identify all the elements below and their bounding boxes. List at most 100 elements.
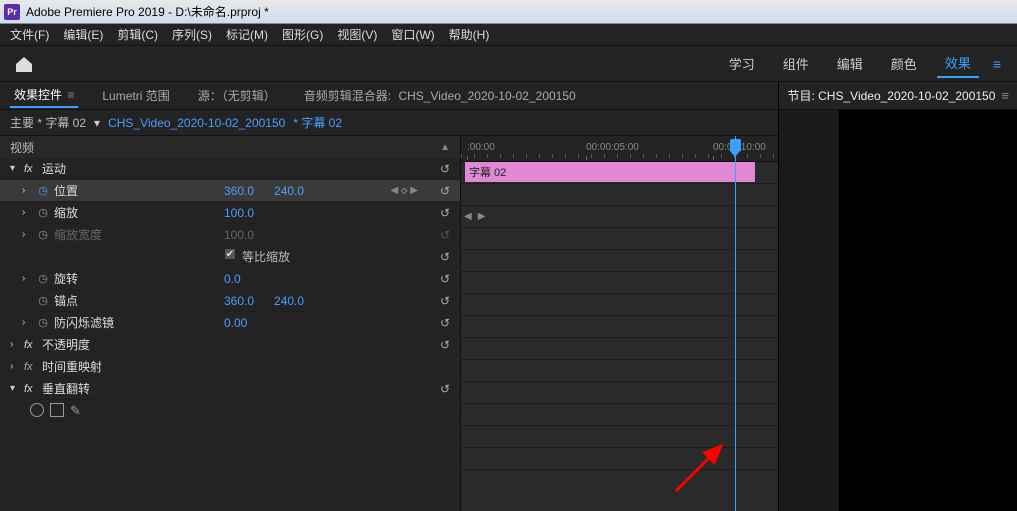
- breadcrumb-sequence[interactable]: CHS_Video_2020-10-02_200150: [108, 116, 285, 130]
- reset-icon[interactable]: ↺: [440, 250, 450, 264]
- fx-badge-icon[interactable]: fx: [24, 383, 38, 395]
- uniform-scale-label: 等比缩放: [242, 248, 290, 265]
- anchor-x-value[interactable]: 360.0: [224, 294, 254, 308]
- position-y-value[interactable]: 240.0: [274, 184, 304, 198]
- menu-window[interactable]: 窗口(W): [385, 24, 440, 45]
- effect-timeline[interactable]: :00:00 00:00:05:00 00:00:10:00 字幕 02 ◀ ▶: [460, 136, 778, 511]
- menu-view[interactable]: 视图(V): [331, 24, 383, 45]
- reset-icon[interactable]: ↺: [440, 206, 450, 220]
- effect-motion[interactable]: ▾ fx 运动 ↺: [0, 158, 460, 180]
- tab-effect-controls[interactable]: 效果控件 ≡: [10, 83, 78, 108]
- position-x-value[interactable]: 360.0: [224, 184, 254, 198]
- reset-icon[interactable]: ↺: [440, 272, 450, 286]
- scroll-left-icon[interactable]: ◀: [461, 211, 475, 222]
- workspace-tab-assembly[interactable]: 组件: [775, 50, 817, 77]
- breadcrumb-master[interactable]: 主要 * 字幕 02: [10, 114, 86, 131]
- disclosure-icon: ›: [22, 229, 32, 240]
- prop-scale[interactable]: › ◷ 缩放 100.0 ↺: [0, 202, 460, 224]
- pen-mask-icon[interactable]: ✎: [70, 403, 81, 419]
- disclosure-icon[interactable]: ›: [22, 317, 32, 328]
- disclosure-icon[interactable]: ›: [10, 361, 20, 372]
- fx-badge-icon[interactable]: fx: [24, 361, 38, 373]
- menu-clip[interactable]: 剪辑(C): [111, 24, 164, 45]
- menu-sequence[interactable]: 序列(S): [166, 24, 218, 45]
- tab-lumetri-scopes[interactable]: Lumetri 范围: [98, 84, 173, 107]
- panel-menu-icon[interactable]: ≡: [67, 88, 74, 102]
- disclosure-icon[interactable]: ▾: [10, 163, 20, 174]
- workspace-tab-color[interactable]: 颜色: [883, 50, 925, 77]
- workspace-tab-editing[interactable]: 编辑: [829, 50, 871, 77]
- tab-program-monitor[interactable]: 节目: CHS_Video_2020-10-02_200150: [787, 87, 995, 104]
- prop-rotation[interactable]: › ◷ 旋转 0.0 ↺: [0, 268, 460, 290]
- reset-icon[interactable]: ↺: [440, 294, 450, 308]
- program-video-frame: [839, 110, 1017, 511]
- next-keyframe-icon[interactable]: ▶: [410, 185, 418, 196]
- program-monitor-view[interactable]: [779, 110, 1017, 511]
- scroll-right-icon[interactable]: ▶: [475, 211, 489, 222]
- uniform-scale-checkbox[interactable]: ✔: [224, 248, 236, 260]
- disclosure-icon[interactable]: ›: [10, 339, 20, 350]
- effect-controls-panel: 效果控件 ≡ Lumetri 范围 源：（无剪辑） 音频剪辑混合器: CHS_V…: [0, 82, 779, 511]
- scale-width-value: 100.0: [224, 228, 254, 242]
- effect-time-remap[interactable]: › fx 时间重映射: [0, 356, 460, 378]
- effect-opacity-label: 不透明度: [42, 336, 90, 353]
- track-row: [461, 184, 778, 206]
- prop-antiflicker[interactable]: › ◷ 防闪烁滤镜 0.00 ↺: [0, 312, 460, 334]
- reset-icon[interactable]: ↺: [440, 316, 450, 330]
- stopwatch-icon[interactable]: ◷: [36, 316, 50, 329]
- panel-menu-icon[interactable]: ≡: [1001, 88, 1009, 103]
- tab-audio-clip-mixer[interactable]: 音频剪辑混合器: CHS_Video_2020-10-02_200150: [300, 84, 580, 107]
- workspace-overflow-icon[interactable]: ≡: [991, 56, 1003, 72]
- rectangle-mask-icon[interactable]: [50, 403, 64, 417]
- program-monitor-panel: 节目: CHS_Video_2020-10-02_200150 ≡: [779, 82, 1017, 511]
- disclosure-icon[interactable]: ▾: [10, 383, 20, 394]
- prop-scale-width-label: 缩放宽度: [54, 226, 102, 243]
- workspace-tab-effects[interactable]: 效果: [937, 49, 979, 78]
- program-sequence-name: CHS_Video_2020-10-02_200150: [818, 89, 995, 103]
- anchor-y-value[interactable]: 240.0: [274, 294, 304, 308]
- menu-edit[interactable]: 编辑(E): [57, 24, 109, 45]
- reset-icon[interactable]: ↺: [440, 162, 450, 176]
- mask-tools-row: ✎: [0, 400, 460, 422]
- scroll-up-icon[interactable]: ▲: [440, 142, 450, 153]
- tab-audio-mixer-label: 音频剪辑混合器:: [304, 89, 391, 103]
- scale-value[interactable]: 100.0: [224, 206, 254, 220]
- disclosure-icon[interactable]: ›: [22, 207, 32, 218]
- playhead[interactable]: [735, 136, 736, 511]
- effect-vertical-flip[interactable]: ▾ fx 垂直翻转 ↺: [0, 378, 460, 400]
- disclosure-icon[interactable]: ›: [22, 273, 32, 284]
- properties-column: 视频 ▲ ▾ fx 运动 ↺ › ◷ 位置 360.0 240.0: [0, 136, 460, 511]
- fx-badge-icon[interactable]: fx: [24, 163, 38, 175]
- tab-source-monitor[interactable]: 源：（无剪辑）: [194, 84, 280, 107]
- fx-badge-icon[interactable]: fx: [24, 339, 38, 351]
- chevron-down-icon[interactable]: ▾: [94, 116, 100, 130]
- keyframe-nav: ◀ ◇ ▶: [390, 185, 418, 196]
- reset-icon[interactable]: ↺: [440, 382, 450, 396]
- workspace-tab-learn[interactable]: 学习: [721, 50, 763, 77]
- menu-marker[interactable]: 标记(M): [220, 24, 274, 45]
- prop-position-label: 位置: [54, 182, 78, 199]
- stopwatch-icon[interactable]: ◷: [36, 184, 50, 197]
- antiflicker-value[interactable]: 0.00: [224, 316, 247, 330]
- disclosure-icon[interactable]: ›: [22, 185, 32, 196]
- stopwatch-icon[interactable]: ◷: [36, 272, 50, 285]
- prop-uniform-scale[interactable]: ✔ 等比缩放 ↺: [0, 246, 460, 268]
- effect-opacity[interactable]: › fx 不透明度 ↺: [0, 334, 460, 356]
- menu-file[interactable]: 文件(F): [4, 24, 55, 45]
- prev-keyframe-icon[interactable]: ◀: [390, 185, 398, 196]
- clip-bar[interactable]: 字幕 02: [465, 162, 755, 182]
- menu-help[interactable]: 帮助(H): [443, 24, 496, 45]
- stopwatch-icon[interactable]: ◷: [36, 206, 50, 219]
- ellipse-mask-icon[interactable]: [30, 403, 44, 417]
- home-icon[interactable]: [10, 50, 38, 78]
- reset-icon[interactable]: ↺: [440, 184, 450, 198]
- menu-graphics[interactable]: 图形(G): [276, 24, 329, 45]
- prop-anchor[interactable]: ◷ 锚点 360.0 240.0 ↺: [0, 290, 460, 312]
- stopwatch-icon[interactable]: ◷: [36, 294, 50, 307]
- prop-position[interactable]: › ◷ 位置 360.0 240.0 ◀ ◇ ▶ ↺: [0, 180, 460, 202]
- add-keyframe-icon[interactable]: ◇: [401, 186, 407, 195]
- reset-icon[interactable]: ↺: [440, 338, 450, 352]
- rotation-value[interactable]: 0.0: [224, 272, 241, 286]
- breadcrumb-clip[interactable]: * 字幕 02: [293, 114, 342, 131]
- playhead-marker-icon[interactable]: [730, 139, 741, 151]
